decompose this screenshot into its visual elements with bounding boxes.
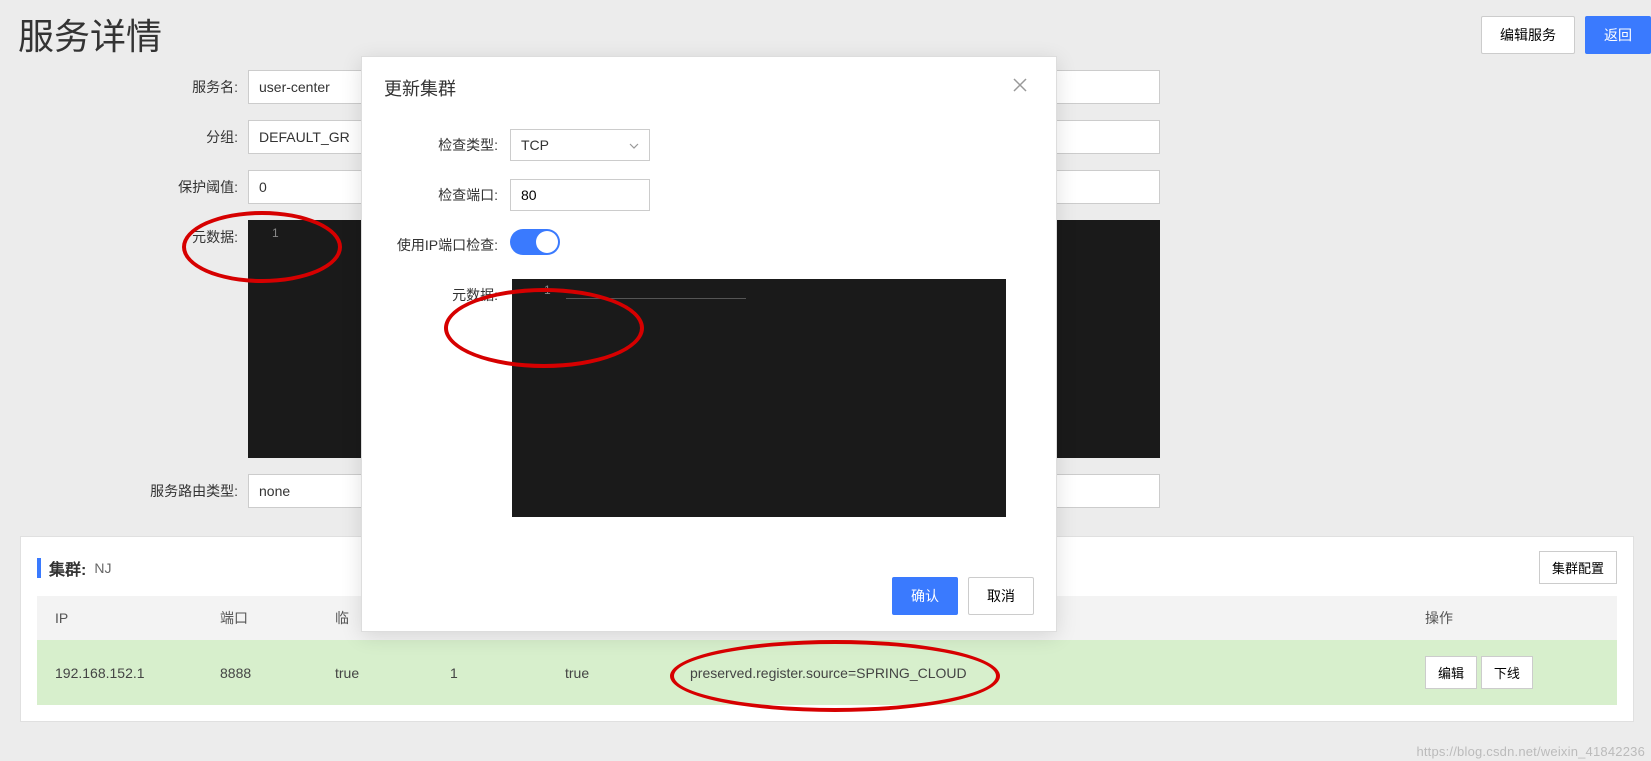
page-header-buttons: 编辑服务 返回 [1481,16,1651,54]
cell-healthy: true [547,640,672,705]
chevron-down-icon [629,138,639,152]
cell-ephemeral: true [317,640,432,705]
back-button[interactable]: 返回 [1585,16,1651,54]
label-metadata: 元数据: [0,220,248,254]
th-port: 端口 [202,596,317,640]
cell-metadata: preserved.register.source=SPRING_CLOUD [672,640,1407,705]
cancel-button[interactable]: 取消 [968,577,1034,615]
cluster-title: 集群: [49,556,86,580]
label-check-type: 检查类型: [384,129,510,161]
cluster-config-button[interactable]: 集群配置 [1539,551,1617,584]
toggle-knob [536,231,558,253]
cell-ops: 编辑 下线 [1407,640,1617,705]
check-port-input[interactable] [510,179,650,211]
modal-metadata-editor[interactable]: 1 [512,279,1006,517]
use-ip-port-toggle[interactable] [510,229,560,255]
check-type-value: TCP [521,137,549,153]
check-type-select[interactable]: TCP [510,129,650,161]
editor-line-number: 1 [272,226,279,240]
close-icon[interactable] [1008,76,1032,100]
label-protect-threshold: 保护阈值: [0,170,248,204]
th-ip: IP [37,596,202,640]
label-check-port: 检查端口: [384,179,510,211]
label-group: 分组: [0,120,248,154]
watermark: https://blog.csdn.net/weixin_41842236 [1416,744,1645,759]
label-use-ip-port: 使用IP端口检查: [384,229,510,261]
cell-weight: 1 [432,640,547,705]
update-cluster-modal: 更新集群 检查类型: TCP 检查端口: [361,56,1057,632]
accent-bar [37,558,41,578]
page-title: 服务详情 [18,8,162,60]
edit-service-button[interactable]: 编辑服务 [1481,16,1575,54]
cluster-name: NJ [94,560,111,576]
label-modal-metadata: 元数据: [384,279,510,311]
cell-ip: 192.168.152.1 [37,640,202,705]
label-route-type: 服务路由类型: [0,474,248,508]
editor-cursor-line [566,279,746,299]
table-row: 192.168.152.1 8888 true 1 true preserved… [37,640,1617,705]
editor-line-number: 1 [544,283,551,297]
row-edit-button[interactable]: 编辑 [1425,656,1477,689]
modal-title: 更新集群 [384,75,456,101]
label-service-name: 服务名: [0,70,248,104]
confirm-button[interactable]: 确认 [892,577,958,615]
th-ops: 操作 [1407,596,1617,640]
cell-port: 8888 [202,640,317,705]
row-offline-button[interactable]: 下线 [1481,656,1533,689]
